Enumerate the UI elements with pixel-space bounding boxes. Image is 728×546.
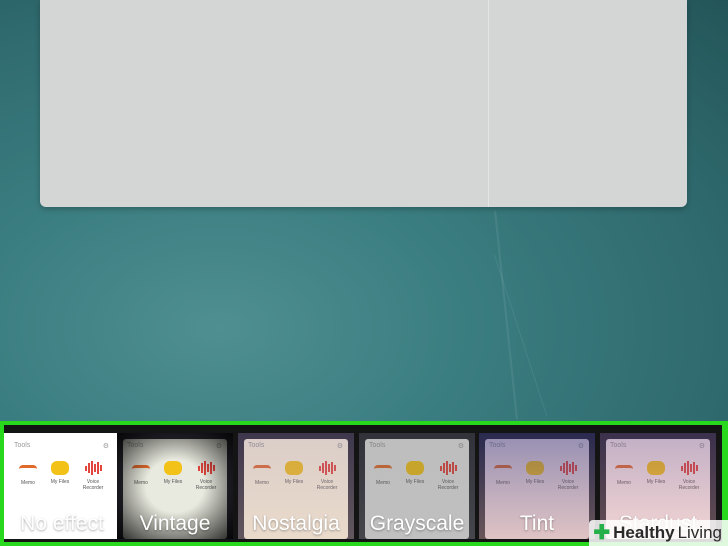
memo-icon xyxy=(19,465,37,476)
filter-thumbnail-3[interactable]: Tools ⚙ Memo My Files Voice Recorder Grayscal… xyxy=(359,433,475,539)
preview-app: Memo xyxy=(611,461,637,486)
preview-app-label: My Files xyxy=(163,479,183,485)
folder-icon xyxy=(526,461,544,475)
preview-app-label: Voice Recorder xyxy=(557,479,579,491)
preview-app: My Files xyxy=(402,461,428,485)
preview-app: Memo xyxy=(490,461,516,486)
memo-icon xyxy=(374,465,392,476)
preview-app-label: Memo xyxy=(617,480,631,486)
preview-title: Tools xyxy=(369,442,386,449)
preview-app: Memo xyxy=(370,461,396,486)
preview-title: Tools xyxy=(248,442,265,449)
preview-app-label: Voice Recorder xyxy=(195,479,217,491)
microphone-icon xyxy=(197,461,215,475)
microphone-icon xyxy=(318,461,336,475)
preview-app: Memo xyxy=(249,461,275,486)
microphone-icon xyxy=(680,461,698,475)
memo-icon xyxy=(132,465,150,476)
preview-app: My Files xyxy=(160,461,186,485)
preview-app: Voice Recorder xyxy=(193,461,219,491)
folder-icon xyxy=(647,461,665,475)
gear-icon: ⚙ xyxy=(698,443,705,450)
folder-icon xyxy=(164,461,182,475)
folder-icon xyxy=(51,461,69,475)
folder-icon xyxy=(285,461,303,475)
microphone-icon xyxy=(84,461,102,475)
preview-app-label: Memo xyxy=(255,480,269,486)
gear-icon: ⚙ xyxy=(336,443,343,450)
microphone-icon xyxy=(439,461,457,475)
watermark-logo: ✚ Healthy Living xyxy=(589,520,728,546)
preview-app: My Files xyxy=(281,461,307,485)
preview-app-label: My Files xyxy=(405,479,425,485)
preview-app-label: Memo xyxy=(134,480,148,486)
memo-icon xyxy=(253,465,271,476)
filter-label: Vintage xyxy=(139,512,211,535)
preview-app: Memo xyxy=(128,461,154,486)
filter-thumbnail-0[interactable]: Tools ⚙ Memo My Files Voice Recorder No effec… xyxy=(4,433,120,539)
watermark-text-living: Living xyxy=(677,523,722,542)
plus-icon: ✚ xyxy=(593,522,611,544)
gear-icon: ⚙ xyxy=(215,443,222,450)
filter-label: Tint xyxy=(519,512,555,535)
wallpaper-streak xyxy=(493,254,548,416)
preview-app-label: Memo xyxy=(496,480,510,486)
filter-thumbnail-4[interactable]: Tools ⚙ Memo My Files Voice Recorder Tint xyxy=(479,433,595,539)
memo-icon xyxy=(615,465,633,476)
preview-app-label: Voice Recorder xyxy=(316,479,338,491)
preview-app-label: Voice Recorder xyxy=(437,479,459,491)
filter-label: Grayscale xyxy=(369,512,465,535)
preview-app-label: Voice Recorder xyxy=(82,479,104,491)
preview-title: Tools xyxy=(14,442,31,449)
preview-app-label: My Files xyxy=(50,479,70,485)
preview-app-label: My Files xyxy=(646,479,666,485)
preview-app: Memo xyxy=(15,461,41,486)
preview-app: My Files xyxy=(522,461,548,485)
preview-app: Voice Recorder xyxy=(435,461,461,491)
preview-app: Voice Recorder xyxy=(314,461,340,491)
preview-app-label: Memo xyxy=(376,480,390,486)
preview-title: Tools xyxy=(489,442,506,449)
panel-divider xyxy=(488,0,489,207)
preview-app-label: Memo xyxy=(21,480,35,486)
preview-app: Voice Recorder xyxy=(676,461,702,491)
microphone-icon xyxy=(559,461,577,475)
preview-app-label: My Files xyxy=(525,479,545,485)
preview-title: Tools xyxy=(610,442,627,449)
preview-app-label: Voice Recorder xyxy=(678,479,700,491)
folder-icon xyxy=(406,461,424,475)
gear-icon: ⚙ xyxy=(457,443,464,450)
filter-label: Nostalgia xyxy=(252,512,340,535)
watermark-text-healthy: Healthy xyxy=(613,523,675,542)
preview-title: Tools xyxy=(127,442,144,449)
preview-app: My Files xyxy=(643,461,669,485)
preview-app-label: My Files xyxy=(284,479,304,485)
blank-dialog-panel xyxy=(40,0,687,207)
gear-icon: ⚙ xyxy=(577,443,584,450)
preview-app: Voice Recorder xyxy=(555,461,581,491)
preview-app: My Files xyxy=(47,461,73,485)
filter-thumbnail-1[interactable]: Tools ⚙ Memo My Files Voice Recorder Vintage xyxy=(117,433,233,539)
filter-thumbnail-2[interactable]: Tools ⚙ Memo My Files Voice Recorder Nostalgi… xyxy=(238,433,354,539)
preview-app: Voice Recorder xyxy=(80,461,106,491)
filter-label: No effect xyxy=(20,512,104,535)
memo-icon xyxy=(494,465,512,476)
gear-icon: ⚙ xyxy=(102,443,109,450)
